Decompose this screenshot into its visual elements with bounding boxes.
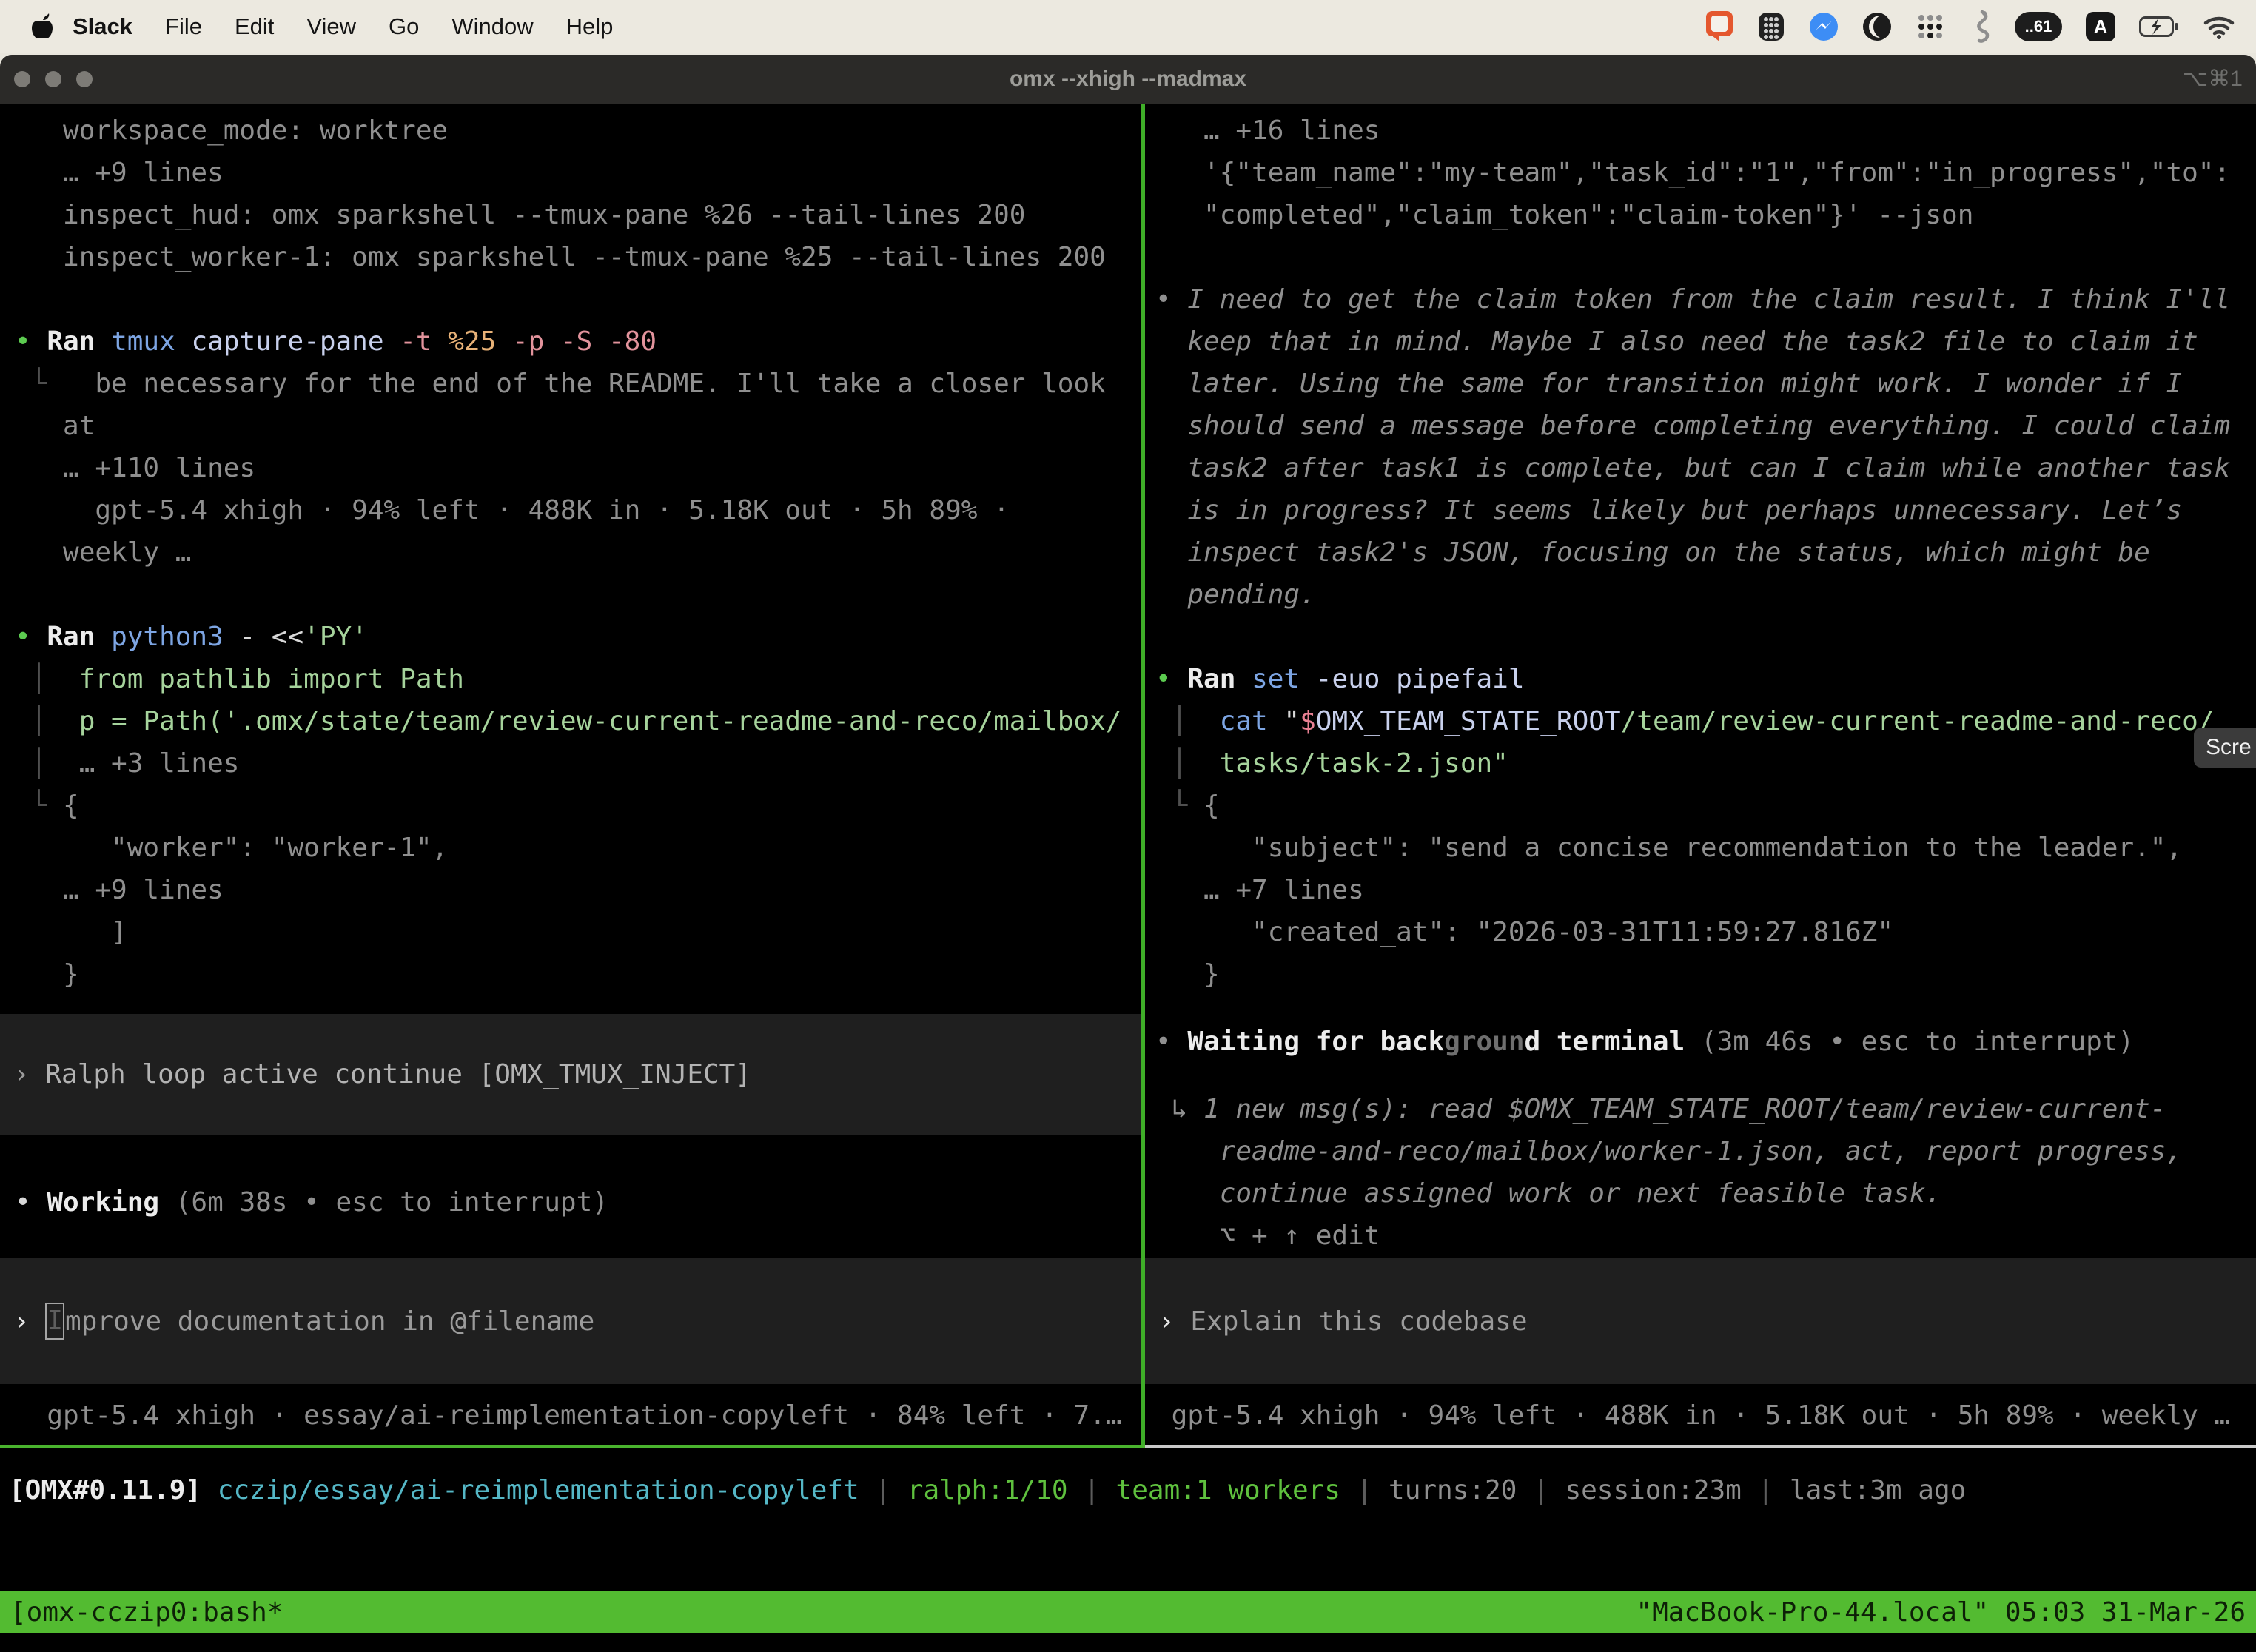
grid-shield-icon[interactable]	[1757, 11, 1785, 42]
terminal-line: inspect task2's JSON, focusing on the st…	[1155, 531, 2256, 574]
working-status: • Working (6m 38s • esc to interrupt)	[15, 1181, 608, 1223]
menu-item-view[interactable]: View	[306, 13, 356, 40]
left-session-status: gpt-5.4 xhigh · essay/ai-reimplementatio…	[15, 1394, 1122, 1437]
ralph-loop-band: › Ralph loop active continue [OMX_TMUX_I…	[0, 1014, 1141, 1135]
wifi-icon[interactable]	[2203, 14, 2235, 39]
terminal-line: '{"team_name":"my-team","task_id":"1","f…	[1155, 152, 2256, 194]
terminal-line: │ from pathlib import Path	[15, 658, 1141, 700]
menu-item-file[interactable]: File	[165, 13, 202, 40]
tmux-host-clock: "MacBook-Pro-44.local" 05:03 31-Mar-26	[1636, 1597, 2246, 1628]
terminal-line: • Ran tmux capture-pane -t %25 -p -S -80	[15, 320, 1141, 363]
terminal-line: … +16 lines	[1155, 110, 2256, 152]
terminal-line: continue assigned work or next feasible …	[1155, 1172, 2256, 1215]
terminal-line: └ {	[1155, 785, 2256, 827]
terminal-line	[1155, 236, 2256, 278]
terminal-line: │ tasks/task-2.json"	[1155, 742, 2256, 785]
right-pane-bottom-border	[1145, 1446, 2256, 1448]
terminal-line: • Waiting for background terminal (3m 46…	[1155, 1021, 2256, 1063]
terminal-line: … +7 lines	[1155, 869, 2256, 911]
terminal-line: │ … +3 lines	[15, 742, 1141, 785]
menu-item-go[interactable]: Go	[389, 13, 419, 40]
terminal-line: weekly …	[15, 531, 1141, 574]
menu-bar: Slack File Edit View Go Window Help	[0, 0, 2256, 53]
terminal-line: keep that in mind. Maybe I also need the…	[1155, 320, 2256, 363]
window-title-bar: omx --xhigh --madmax ⌥⌘1	[0, 55, 2256, 104]
crescent-app-icon[interactable]	[1862, 12, 1892, 41]
menu-app-name[interactable]: Slack	[73, 13, 132, 40]
terminal-line: ↳ 1 new msg(s): read $OMX_TEAM_STATE_ROO…	[1155, 1088, 2256, 1130]
left-terminal-pane[interactable]: workspace_mode: worktree … +9 lines insp…	[0, 104, 1141, 1446]
left-transcript: workspace_mode: worktree … +9 lines insp…	[15, 110, 1141, 995]
terminal: workspace_mode: worktree … +9 lines insp…	[0, 104, 2256, 1448]
terminal-line: … +110 lines	[15, 447, 1141, 489]
terminal-line: • I need to get the claim token from the…	[1155, 278, 2256, 320]
window-shortcut-hint: ⌥⌘1	[2183, 55, 2243, 104]
terminal-line: "worker": "worker-1",	[15, 827, 1141, 869]
a-app-icon[interactable]: A	[2086, 12, 2115, 41]
terminal-line: pending.	[1155, 574, 2256, 616]
terminal-line: "completed","claim_token":"claim-token"}…	[1155, 194, 2256, 236]
terminal-line: └ be necessary for the end of the README…	[15, 363, 1141, 405]
tmux-session-label: [omx-cczip0:bash*	[10, 1597, 283, 1628]
menu-item-edit[interactable]: Edit	[235, 13, 274, 40]
right-prompt-input[interactable]: › Explain this codebase	[1145, 1258, 2256, 1384]
count-badge[interactable]: ..61	[2015, 12, 2062, 41]
terminal-line: gpt-5.4 xhigh · 94% left · 488K in · 5.1…	[15, 489, 1141, 531]
terminal-line	[1155, 995, 2256, 1021]
terminal-line	[1155, 1063, 2256, 1088]
terminal-line: task2 after task1 is complete, but can I…	[1155, 447, 2256, 489]
dragon-icon[interactable]	[1969, 10, 1991, 44]
omx-status-line: [OMX#0.11.9] cczip/essay/ai-reimplementa…	[9, 1469, 1966, 1511]
menu-item-help[interactable]: Help	[566, 13, 614, 40]
terminal-line	[1155, 616, 2256, 658]
tmux-status-bar: [omx-cczip0:bash* "MacBook-Pro-44.local"…	[0, 1591, 2256, 1633]
terminal-line: │ cat "$OMX_TEAM_STATE_ROOT/team/review-…	[1155, 700, 2256, 742]
terminal-line: • Ran python3 - <<'PY'	[15, 616, 1141, 658]
terminal-line: • Ran set -euo pipefail	[1155, 658, 2256, 700]
terminal-line: inspect_hud: omx sparkshell --tmux-pane …	[15, 194, 1141, 236]
terminal-line: should send a message before completing …	[1155, 405, 2256, 447]
terminal-line: … +9 lines	[15, 869, 1141, 911]
screen-recording-icon[interactable]	[1705, 10, 1733, 43]
window-title: omx --xhigh --madmax	[0, 55, 2256, 104]
terminal-line: later. Using the same for transition mig…	[1155, 363, 2256, 405]
terminal-line: inspect_worker-1: omx sparkshell --tmux-…	[15, 236, 1141, 278]
terminal-line: readme-and-reco/mailbox/worker-1.json, a…	[1155, 1130, 2256, 1172]
dots-grid-icon[interactable]	[1916, 12, 1945, 41]
terminal-line: … +9 lines	[15, 152, 1141, 194]
menu-item-window[interactable]: Window	[451, 13, 533, 40]
terminal-line	[15, 278, 1141, 320]
terminal-line: ⌥ + ↑ edit	[1155, 1215, 2256, 1257]
terminal-line: │ p = Path('.omx/state/team/review-curre…	[15, 700, 1141, 742]
right-transcript: … +16 lines '{"team_name":"my-team","tas…	[1155, 110, 2256, 1257]
terminal-line: }	[15, 953, 1141, 995]
screen-tooltip: Scre	[2194, 728, 2256, 768]
screen: Slack File Edit View Go Window Help	[0, 0, 2256, 1652]
right-session-status: gpt-5.4 xhigh · 94% left · 488K in · 5.1…	[1155, 1394, 2230, 1437]
terminal-line: is in progress? It seems likely but perh…	[1155, 489, 2256, 531]
left-pane-bottom-border	[0, 1446, 1145, 1448]
terminal-line: }	[1155, 953, 2256, 995]
battery-charging-icon[interactable]	[2139, 16, 2179, 37]
messenger-bolt-icon[interactable]	[1809, 12, 1839, 41]
menu-status-icons: ..61 A	[1705, 10, 2235, 44]
terminal-line: "created_at": "2026-03-31T11:59:27.816Z"	[1155, 911, 2256, 953]
terminal-line: └ {	[15, 785, 1141, 827]
terminal-line: workspace_mode: worktree	[15, 110, 1141, 152]
terminal-line: "subject": "send a concise recommendatio…	[1155, 827, 2256, 869]
right-terminal-pane[interactable]: … +16 lines '{"team_name":"my-team","tas…	[1145, 104, 2256, 1446]
pane-divider[interactable]	[1141, 104, 1145, 1448]
left-prompt-input[interactable]: › Improve documentation in @filename	[0, 1258, 1141, 1384]
apple-menu-icon[interactable]	[31, 13, 53, 40]
terminal-line	[15, 574, 1141, 616]
terminal-line: ]	[15, 911, 1141, 953]
terminal-line: at	[15, 405, 1141, 447]
